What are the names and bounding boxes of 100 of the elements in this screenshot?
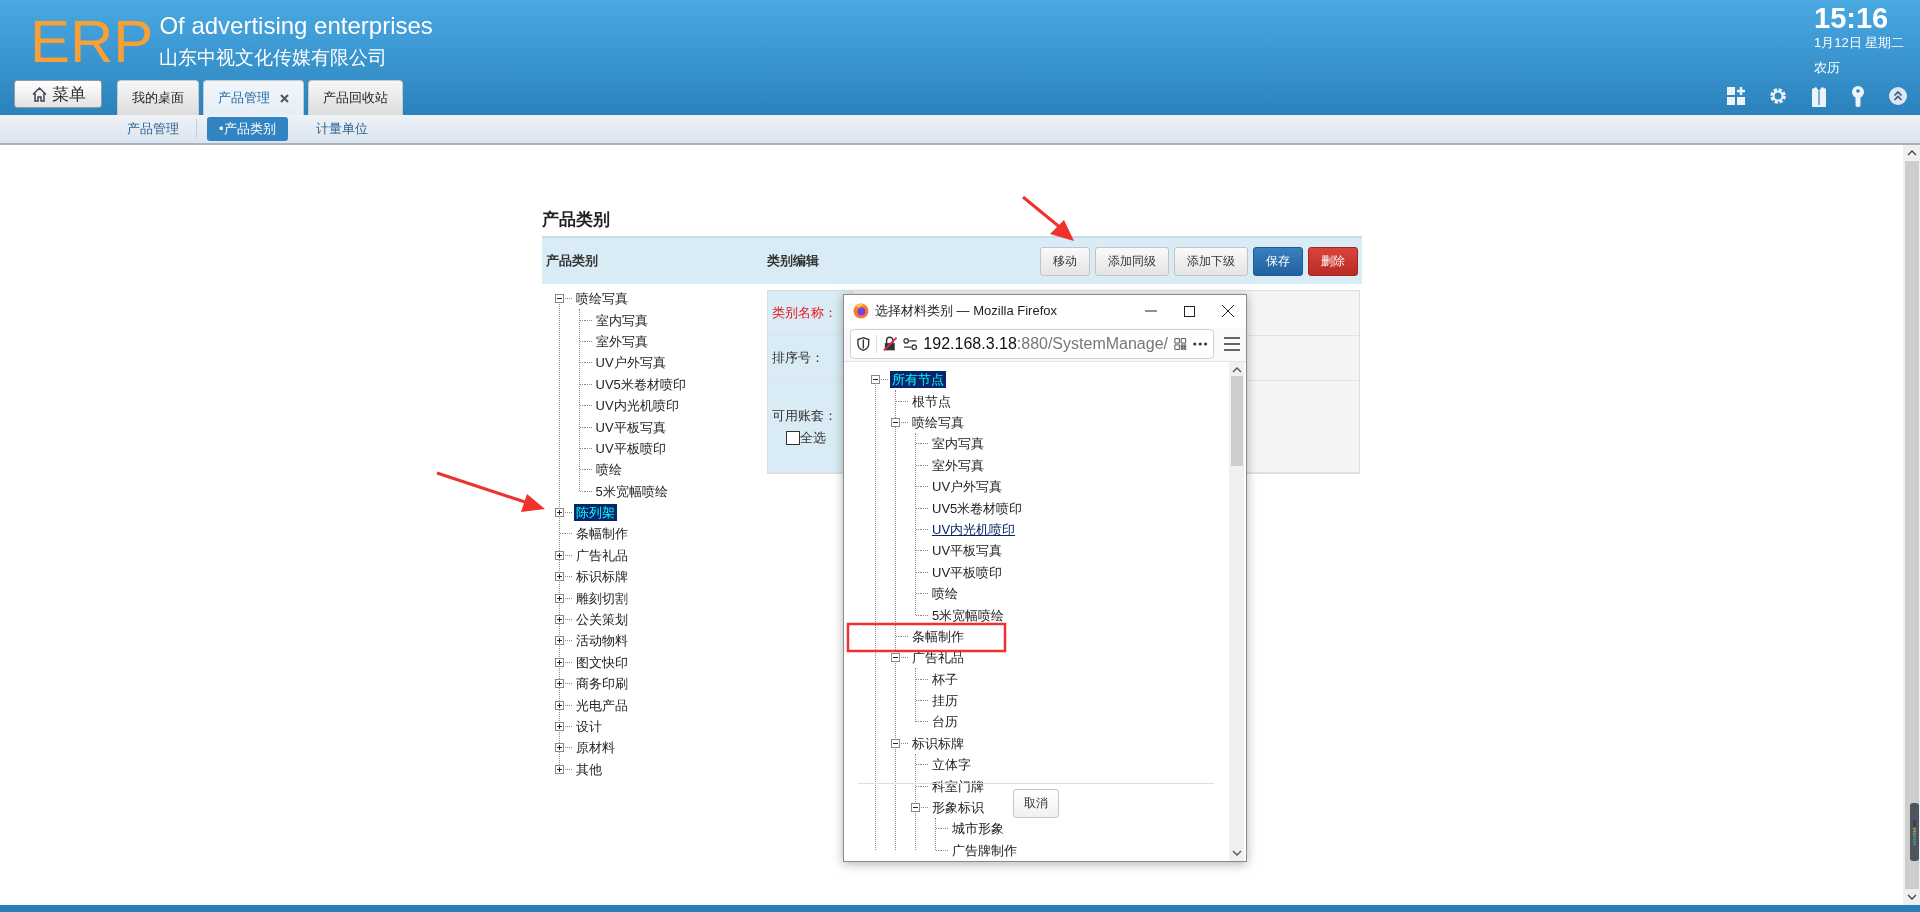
collapse-toggle-icon[interactable] [891, 418, 900, 427]
scroll-down-icon[interactable] [1231, 849, 1242, 857]
expand-toggle-icon[interactable] [554, 615, 564, 625]
menu-icon[interactable] [1224, 337, 1240, 352]
settings-icon[interactable] [1768, 85, 1788, 106]
clock-time: 15:16 [1814, 2, 1890, 34]
tree-item[interactable]: 公关策划 [573, 611, 630, 629]
close-icon[interactable] [280, 93, 289, 103]
expand-toggle-icon[interactable] [554, 593, 564, 603]
subnav-link[interactable]: 产品管理 [115, 117, 191, 141]
checkbox[interactable] [785, 430, 800, 445]
tree-item[interactable]: 立体字 [930, 756, 973, 774]
scroll-up-icon[interactable] [1231, 366, 1242, 374]
tree-item[interactable]: 标识标牌 [573, 568, 630, 586]
tree-item[interactable]: UV平板喷印 [593, 439, 668, 457]
scroll-up-icon[interactable] [1906, 149, 1917, 157]
tree-item[interactable]: 所有节点 [890, 371, 946, 389]
tree-item[interactable]: 室内写真 [930, 435, 986, 453]
more-icon[interactable] [1192, 342, 1207, 347]
scrollbar-thumb[interactable] [1230, 376, 1243, 466]
tree-item[interactable]: 挂历 [930, 692, 960, 710]
collapse-toggle-icon[interactable] [891, 738, 900, 748]
tree-item[interactable]: 光电产品 [573, 696, 630, 714]
tree-item[interactable]: UV5米卷材喷印 [930, 499, 1025, 517]
address-bar[interactable]: 192.168.3.18:880/SystemManage/ [850, 329, 1214, 360]
toolbar-button[interactable]: 保存 [1252, 246, 1303, 276]
tree-item[interactable]: 广告礼品 [910, 649, 966, 667]
expand-toggle-icon[interactable] [554, 657, 564, 667]
collapse-toggle-icon[interactable] [554, 294, 564, 304]
expand-toggle-icon[interactable] [554, 679, 564, 689]
add-widget-icon[interactable] [1726, 85, 1746, 106]
tree-item[interactable]: 条幅制作 [573, 525, 630, 543]
key-icon[interactable] [1850, 85, 1866, 108]
tree-item[interactable]: 广告牌制作 [950, 841, 1019, 859]
tree-item[interactable]: 条幅制作 [910, 627, 966, 645]
tree-item[interactable]: 陈列架 [573, 504, 617, 522]
cancel-button[interactable]: 取消 [1013, 789, 1059, 818]
tree-item[interactable]: 原材料 [573, 739, 617, 757]
expand-toggle-icon[interactable] [554, 700, 564, 710]
tree-item[interactable]: 标识标牌 [910, 734, 966, 752]
page-scrollbar[interactable] [1904, 161, 1919, 889]
scroll-down-icon[interactable] [1906, 893, 1917, 901]
clock-date: 1月12日 星期二 [1814, 34, 1906, 52]
tree-item[interactable]: 活动物料 [573, 632, 630, 650]
close-icon[interactable] [1222, 305, 1234, 318]
toolbar-button[interactable]: 删除 [1307, 246, 1358, 276]
scrollbar[interactable] [1229, 362, 1244, 861]
tree-item[interactable]: 城市形象 [950, 820, 1006, 838]
tree-item[interactable]: UV户外写真 [593, 354, 668, 372]
shirt-icon[interactable] [1810, 85, 1828, 108]
toolbar-button[interactable]: 移动 [1039, 246, 1090, 276]
toolbar-button[interactable]: 添加同级 [1094, 246, 1169, 276]
tree-item[interactable]: 喷绘 [930, 585, 960, 603]
tree-item[interactable]: 台历 [930, 713, 960, 731]
tree-item[interactable]: UV平板喷印 [930, 563, 1005, 581]
minimize-icon[interactable] [1145, 310, 1157, 313]
tree-item[interactable]: UV户外写真 [930, 478, 1005, 496]
toolbar-button[interactable]: 添加下级 [1173, 246, 1248, 276]
tree-item[interactable]: 室内写真 [593, 311, 650, 329]
tree-item[interactable]: 室外写真 [930, 456, 986, 474]
menu-button[interactable]: 菜单 [14, 80, 102, 108]
tree-item[interactable]: 形象标识 [930, 799, 986, 816]
tree-item[interactable]: UV5米卷材喷印 [593, 375, 688, 393]
tree-item[interactable]: 杯子 [930, 670, 960, 688]
tree-item[interactable]: 设计 [573, 718, 604, 735]
home-icon [30, 85, 48, 103]
subnav-link[interactable]: 计量单位 [303, 117, 380, 141]
collapse-toggle-icon[interactable] [891, 653, 900, 663]
collapse-toggle-icon[interactable] [911, 803, 920, 812]
collapse-up-icon[interactable] [1888, 85, 1908, 106]
field-label: 排序号： [771, 349, 825, 367]
expand-toggle-icon[interactable] [554, 636, 564, 646]
tree-item[interactable]: 喷绘写真 [910, 414, 966, 431]
subnav-link[interactable]: •产品类别 [207, 117, 288, 141]
tree-item[interactable]: 广告礼品 [573, 546, 630, 564]
tree-item[interactable]: 图文快印 [573, 653, 630, 671]
expand-toggle-icon[interactable] [554, 550, 564, 560]
tree-item[interactable]: 根节点 [910, 392, 953, 410]
tree-item[interactable]: 其他 [573, 760, 604, 778]
expand-toggle-icon[interactable] [554, 508, 564, 518]
expand-toggle-icon[interactable] [554, 722, 564, 731]
collapse-toggle-icon[interactable] [871, 375, 880, 385]
tree-item[interactable]: UV平板写真 [593, 418, 668, 436]
tree-item[interactable]: 5米宽幅喷绘 [593, 482, 670, 500]
tree-item[interactable]: 雕刻切割 [573, 589, 630, 607]
tab[interactable]: 产品回收站 [308, 80, 403, 115]
maximize-icon[interactable] [1184, 305, 1195, 317]
tree-item[interactable]: 喷绘写真 [573, 290, 630, 308]
expand-toggle-icon[interactable] [554, 572, 564, 582]
tree-item[interactable]: 喷绘 [593, 461, 624, 479]
tab[interactable]: 产品管理 [203, 80, 304, 115]
tree-item[interactable]: 5米宽幅喷绘 [930, 606, 1007, 624]
expand-toggle-icon[interactable] [554, 743, 564, 753]
expand-toggle-icon[interactable] [554, 764, 564, 774]
tree-item[interactable]: UV内光机喷印 [593, 397, 681, 415]
tree-item[interactable]: 商务印刷 [573, 675, 630, 693]
tree-item[interactable]: 室外写真 [593, 332, 650, 350]
tree-item[interactable]: UV内光机喷印 [930, 520, 1018, 538]
tab[interactable]: 我的桌面 [117, 80, 199, 115]
tree-item[interactable]: UV平板写真 [930, 542, 1005, 560]
